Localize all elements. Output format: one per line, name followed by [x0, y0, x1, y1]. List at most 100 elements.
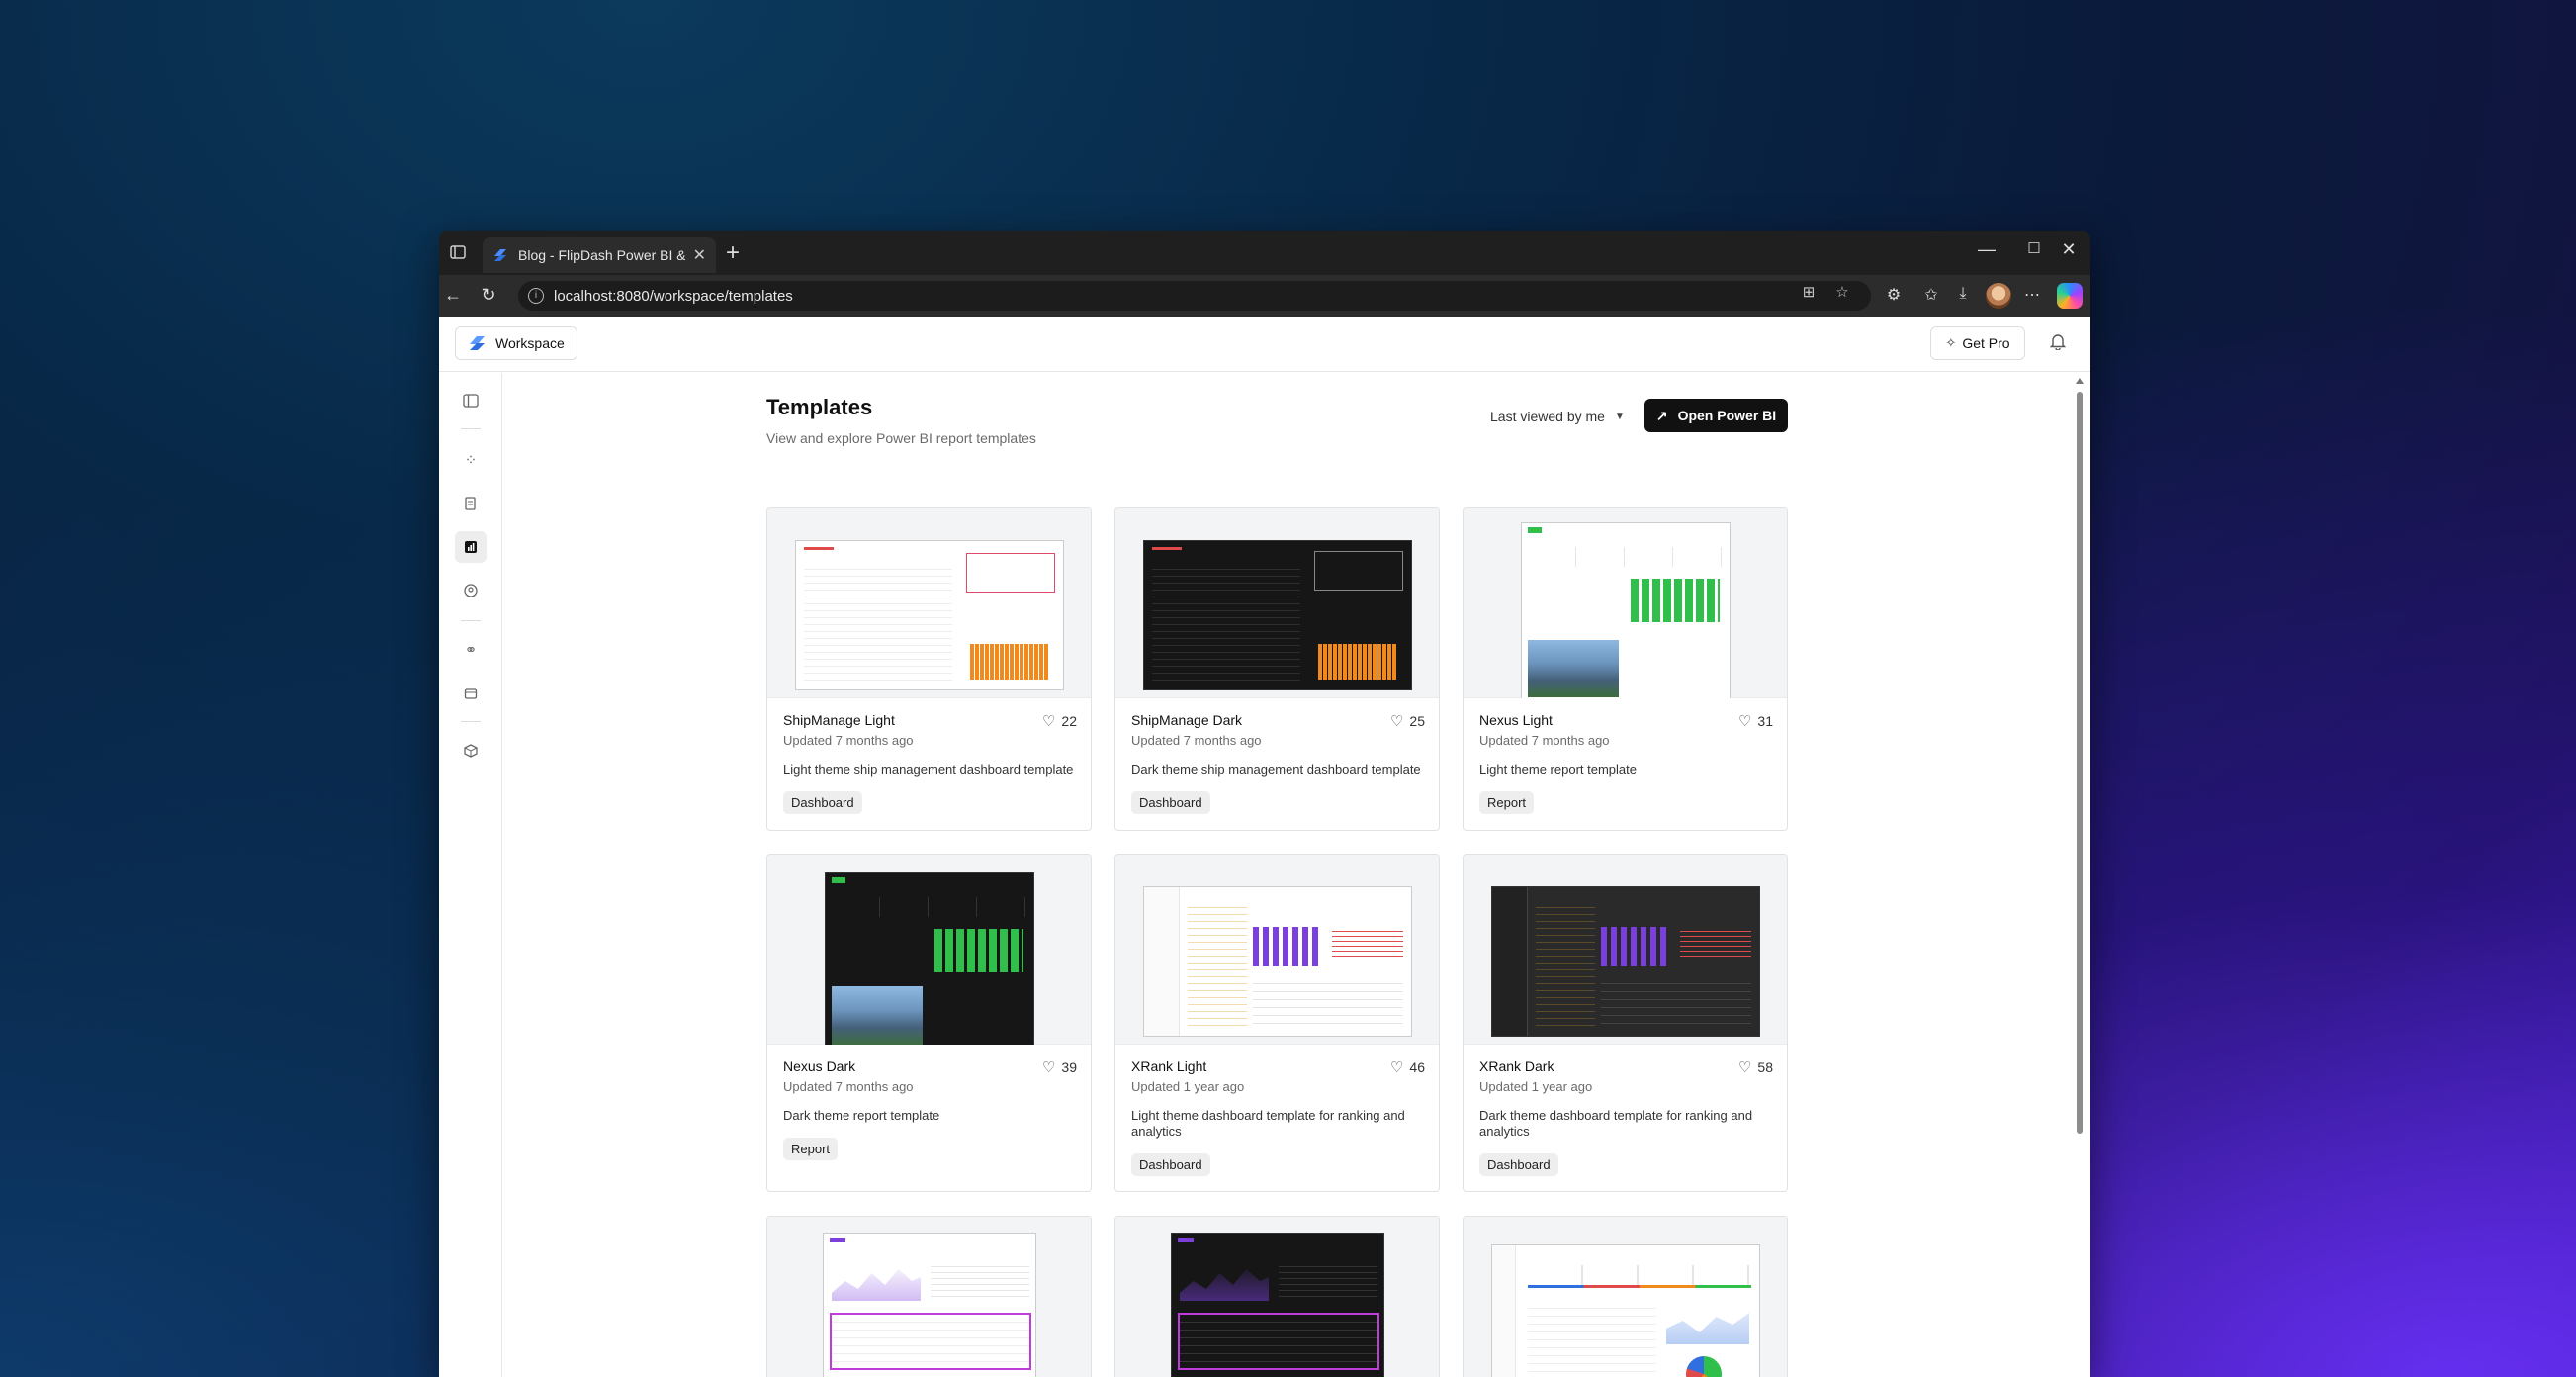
- template-card[interactable]: ShipManage Light ♡ 22 Updated 7 months ag…: [766, 507, 1092, 831]
- new-tab-button[interactable]: +: [726, 241, 740, 265]
- like-button[interactable]: ♡ 31: [1738, 712, 1773, 730]
- template-card[interactable]: XRank Dark ♡ 58 Updated 1 year ago Dark t…: [1463, 854, 1788, 1192]
- template-description: Light theme dashboard template for ranki…: [1131, 1108, 1405, 1139]
- scrollbar[interactable]: [2075, 378, 2085, 1377]
- template-card[interactable]: [1463, 1216, 1788, 1377]
- back-arrow-icon[interactable]: ←: [441, 285, 465, 306]
- sidebar-item-documents-icon[interactable]: [455, 488, 487, 519]
- sidebar-item-integrations-icon[interactable]: ⚭: [455, 634, 487, 666]
- web-page: Workspace ✧ Get Pro ⁘ ⚭ Templates View a…: [439, 317, 2090, 1377]
- sidebar-item-profile-icon[interactable]: [455, 575, 487, 606]
- like-button[interactable]: ♡ 22: [1042, 712, 1077, 730]
- like-count: 46: [1409, 1059, 1425, 1075]
- template-name: ShipManage Dark: [1131, 712, 1243, 728]
- sidebar-toggle-icon[interactable]: [455, 385, 487, 416]
- browser-window: Blog - FlipDash Power BI & Power ✕ + — ☐…: [439, 231, 2090, 1377]
- template-thumbnail: [1115, 855, 1439, 1045]
- template-thumbnail: [767, 508, 1091, 698]
- heart-icon: ♡: [1737, 713, 1752, 730]
- template-card[interactable]: XRank Light ♡ 46 Updated 1 year ago Light…: [1114, 854, 1440, 1192]
- open-power-bi-button[interactable]: ↗ Open Power BI: [1644, 399, 1788, 432]
- sort-dropdown[interactable]: Last viewed by me ▼: [1490, 409, 1625, 424]
- refresh-icon[interactable]: ↻: [477, 285, 500, 306]
- template-preview-image: [1143, 886, 1412, 1037]
- site-info-icon[interactable]: i: [528, 288, 544, 304]
- tab-actions-icon[interactable]: [449, 243, 471, 265]
- heart-icon: ♡: [1737, 1059, 1752, 1076]
- app-available-icon[interactable]: ⊞: [1798, 283, 1820, 305]
- tab-close-icon[interactable]: ✕: [693, 245, 706, 265]
- template-preview-image: [795, 540, 1064, 690]
- template-thumbnail: [1464, 508, 1787, 698]
- scroll-thumb[interactable]: [2077, 392, 2083, 1134]
- copilot-icon[interactable]: [2057, 283, 2083, 309]
- template-description: Light theme ship management dashboard te…: [783, 762, 1074, 777]
- template-updated: Updated 1 year ago: [1131, 1079, 1245, 1094]
- template-description: Dark theme dashboard template for rankin…: [1479, 1108, 1753, 1139]
- template-description: Dark theme ship management dashboard tem…: [1131, 762, 1421, 777]
- browser-tab[interactable]: Blog - FlipDash Power BI & Power ✕: [483, 237, 716, 273]
- profile-avatar[interactable]: [1986, 283, 2011, 309]
- template-description: Dark theme report template: [783, 1108, 940, 1123]
- url-text: localhost:8080/workspace/templates: [554, 287, 793, 305]
- like-button[interactable]: ♡ 39: [1042, 1058, 1077, 1076]
- template-card[interactable]: [766, 1216, 1092, 1377]
- sort-label: Last viewed by me: [1490, 409, 1605, 424]
- like-count: 31: [1757, 713, 1773, 729]
- external-link-icon: ↗: [1655, 407, 1668, 423]
- template-tag: Dashboard: [1479, 1153, 1558, 1176]
- template-name: Nexus Dark: [783, 1058, 856, 1074]
- template-updated: Updated 1 year ago: [1479, 1079, 1593, 1094]
- sidebar-item-apps-icon[interactable]: ⁘: [455, 444, 487, 476]
- template-tag: Dashboard: [1131, 1153, 1210, 1176]
- maximize-button[interactable]: ☐: [2019, 239, 2049, 257]
- sparkle-icon: ✧: [1945, 335, 1957, 350]
- extensions-icon[interactable]: ⚙: [1883, 285, 1905, 307]
- flipdash-favicon-icon: [494, 249, 506, 261]
- sidebar-divider: [461, 620, 481, 621]
- downloads-icon[interactable]: ⤓: [1952, 285, 1974, 307]
- get-pro-label: Get Pro: [1962, 335, 2010, 351]
- template-updated: Updated 7 months ago: [783, 733, 914, 748]
- favorite-star-icon[interactable]: ☆: [1831, 283, 1853, 305]
- sidebar-item-package-icon[interactable]: [455, 735, 487, 767]
- app-header: Workspace ✧ Get Pro: [439, 317, 2090, 372]
- tab-title: Blog - FlipDash Power BI & Power: [518, 247, 685, 263]
- workspace-button[interactable]: Workspace: [455, 326, 577, 360]
- template-card[interactable]: [1114, 1216, 1440, 1377]
- template-card[interactable]: Nexus Dark ♡ 39 Updated 7 months ago Dark…: [766, 854, 1092, 1192]
- flipdash-logo-icon: [470, 336, 485, 350]
- template-thumbnail: [767, 855, 1091, 1045]
- like-button[interactable]: ♡ 25: [1390, 712, 1425, 730]
- sidebar-item-archive-icon[interactable]: [455, 678, 487, 709]
- template-preview-image: [1491, 886, 1760, 1037]
- template-preview-image: [1143, 540, 1412, 690]
- minimize-button[interactable]: —: [1972, 239, 2001, 260]
- heart-icon: ♡: [1041, 713, 1056, 730]
- sidebar-item-templates-icon[interactable]: [455, 531, 487, 563]
- like-count: 39: [1061, 1059, 1077, 1075]
- scroll-up-arrow[interactable]: [2076, 378, 2084, 384]
- template-updated: Updated 7 months ago: [1131, 733, 1262, 748]
- notification-bell-icon[interactable]: [2047, 332, 2069, 354]
- template-preview-image: [825, 872, 1034, 1045]
- favorites-icon[interactable]: ✩: [1920, 285, 1942, 307]
- page-subtitle: View and explore Power BI report templat…: [766, 430, 1036, 446]
- template-card[interactable]: ShipManage Dark ♡ 25 Updated 7 months ago…: [1114, 507, 1440, 831]
- like-count: 25: [1409, 713, 1425, 729]
- template-thumbnail: [1464, 1217, 1787, 1377]
- template-thumbnail: [1464, 855, 1787, 1045]
- sidebar-divider: [461, 721, 481, 722]
- address-bar[interactable]: i localhost:8080/workspace/templates: [518, 281, 1871, 311]
- get-pro-button[interactable]: ✧ Get Pro: [1930, 326, 2025, 360]
- like-button[interactable]: ♡ 46: [1390, 1058, 1425, 1076]
- open-power-bi-label: Open Power BI: [1677, 408, 1777, 423]
- like-button[interactable]: ♡ 58: [1738, 1058, 1773, 1076]
- heart-icon: ♡: [1389, 713, 1404, 730]
- template-name: XRank Light: [1131, 1058, 1207, 1074]
- template-preview-image: [1491, 1244, 1760, 1377]
- template-tag: Report: [1479, 791, 1535, 814]
- template-card[interactable]: Nexus Light ♡ 31 Updated 7 months ago Lig…: [1463, 507, 1788, 831]
- more-options-icon[interactable]: ⋯: [2021, 285, 2043, 307]
- close-window-button[interactable]: ✕: [2054, 239, 2084, 260]
